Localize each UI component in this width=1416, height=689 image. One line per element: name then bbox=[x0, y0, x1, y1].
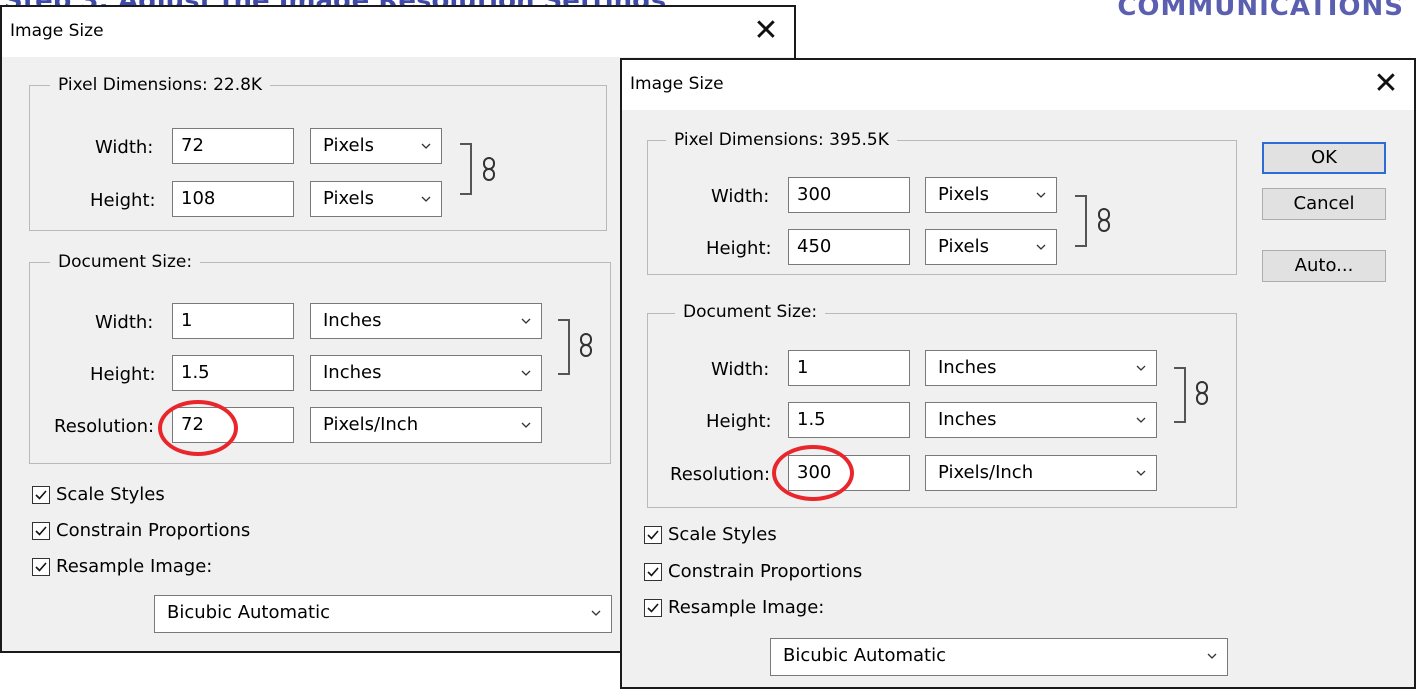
checkmark-icon bbox=[644, 526, 662, 544]
pixel-height-label: Height: bbox=[706, 238, 772, 259]
document-link-bracket bbox=[558, 319, 570, 375]
chain-link-icon[interactable] bbox=[481, 157, 497, 181]
checkmark-icon bbox=[644, 599, 662, 617]
doc-height-input[interactable]: 1.5 bbox=[788, 402, 910, 438]
doc-width-unit-select[interactable]: Inches bbox=[925, 350, 1157, 386]
pixel-width-unit-select[interactable]: Pixels bbox=[310, 128, 442, 164]
pixel-width-label: Width: bbox=[711, 186, 770, 207]
pixel-width-label: Width: bbox=[95, 137, 154, 158]
resolution-label: Resolution: bbox=[670, 464, 771, 485]
chevron-down-icon bbox=[591, 610, 601, 616]
close-icon[interactable]: ✕ bbox=[1368, 66, 1404, 102]
resolution-unit-value: Pixels/Inch bbox=[323, 414, 419, 435]
resample-image-label: Resample Image: bbox=[56, 556, 213, 577]
doc-width-label: Width: bbox=[711, 359, 770, 380]
ok-button[interactable]: OK bbox=[1262, 142, 1386, 174]
doc-width-unit-select[interactable]: Inches bbox=[310, 303, 542, 339]
pixel-width-unit-value: Pixels bbox=[323, 135, 375, 156]
pixel-link-bracket bbox=[460, 143, 472, 195]
checkmark-icon bbox=[32, 558, 50, 576]
pixel-dimensions-label: Pixel Dimensions: 395.5K bbox=[666, 130, 897, 150]
checkmark-icon bbox=[32, 486, 50, 504]
resample-image-label: Resample Image: bbox=[668, 597, 825, 618]
scale-styles-label: Scale Styles bbox=[668, 524, 777, 545]
checkmark-icon bbox=[644, 563, 662, 581]
resolution-label: Resolution: bbox=[54, 416, 155, 437]
title-bar: Image Size ✕ bbox=[622, 60, 1414, 110]
resample-method-select[interactable]: Bicubic Automatic bbox=[154, 595, 612, 633]
doc-width-input[interactable]: 1 bbox=[172, 303, 294, 339]
document-size-label: Document Size: bbox=[675, 302, 826, 322]
document-size-label: Document Size: bbox=[50, 252, 201, 272]
pixel-width-input[interactable]: 300 bbox=[788, 177, 910, 213]
brand-logo-text: COMMUNICATIONS bbox=[1117, 0, 1404, 22]
doc-height-label: Height: bbox=[90, 364, 156, 385]
doc-height-input[interactable]: 1.5 bbox=[172, 355, 294, 391]
pixel-width-unit-select[interactable]: Pixels bbox=[925, 177, 1057, 213]
chevron-down-icon bbox=[1207, 653, 1217, 659]
pixel-link-bracket bbox=[1075, 195, 1087, 247]
chevron-down-icon bbox=[1036, 192, 1046, 198]
pixel-width-input[interactable]: 72 bbox=[172, 128, 294, 164]
doc-height-unit-value: Inches bbox=[323, 362, 382, 383]
chevron-down-icon bbox=[1136, 365, 1146, 371]
doc-height-unit-value: Inches bbox=[938, 409, 997, 430]
constrain-proportions-label: Constrain Proportions bbox=[56, 520, 251, 541]
dialog-title: Image Size bbox=[10, 21, 104, 41]
image-size-dialog-after: Image Size ✕ Pixel Dimensions: 395.5K Wi… bbox=[620, 58, 1416, 689]
resample-method-select[interactable]: Bicubic Automatic bbox=[770, 638, 1228, 676]
resolution-unit-select[interactable]: Pixels/Inch bbox=[310, 407, 542, 443]
chevron-down-icon bbox=[1136, 417, 1146, 423]
resolution-highlight-circle bbox=[772, 445, 854, 501]
pixel-height-input[interactable]: 450 bbox=[788, 229, 910, 265]
chevron-down-icon bbox=[521, 318, 531, 324]
doc-width-label: Width: bbox=[95, 312, 154, 333]
pixel-height-unit-value: Pixels bbox=[323, 188, 375, 209]
doc-height-label: Height: bbox=[706, 411, 772, 432]
resolution-unit-value: Pixels/Inch bbox=[938, 462, 1034, 483]
chain-link-icon[interactable] bbox=[1096, 208, 1112, 232]
chevron-down-icon bbox=[421, 196, 431, 202]
doc-height-unit-select[interactable]: Inches bbox=[310, 355, 542, 391]
doc-height-unit-select[interactable]: Inches bbox=[925, 402, 1157, 438]
doc-width-unit-value: Inches bbox=[938, 357, 997, 378]
chevron-down-icon bbox=[421, 143, 431, 149]
pixel-height-unit-select[interactable]: Pixels bbox=[310, 181, 442, 217]
dialog-title: Image Size bbox=[630, 74, 724, 94]
chain-link-icon[interactable] bbox=[1194, 381, 1210, 405]
pixel-width-unit-value: Pixels bbox=[938, 184, 990, 205]
auto-button[interactable]: Auto... bbox=[1262, 250, 1386, 282]
resolution-unit-select[interactable]: Pixels/Inch bbox=[925, 455, 1157, 491]
doc-width-input[interactable]: 1 bbox=[788, 350, 910, 386]
doc-width-unit-value: Inches bbox=[323, 310, 382, 331]
pixel-height-input[interactable]: 108 bbox=[172, 181, 294, 217]
checkmark-icon bbox=[32, 522, 50, 540]
chevron-down-icon bbox=[521, 370, 531, 376]
close-icon[interactable]: ✕ bbox=[748, 13, 784, 49]
chevron-down-icon bbox=[521, 422, 531, 428]
pixel-height-unit-select[interactable]: Pixels bbox=[925, 229, 1057, 265]
pixel-height-unit-value: Pixels bbox=[938, 236, 990, 257]
chevron-down-icon bbox=[1136, 470, 1146, 476]
scale-styles-label: Scale Styles bbox=[56, 484, 165, 505]
cancel-button[interactable]: Cancel bbox=[1262, 188, 1386, 220]
document-link-bracket bbox=[1174, 367, 1186, 423]
chevron-down-icon bbox=[1036, 244, 1046, 250]
pixel-dimensions-label: Pixel Dimensions: 22.8K bbox=[50, 75, 271, 95]
pixel-dimensions-size: 22.8K bbox=[213, 75, 263, 95]
pixel-height-label: Height: bbox=[90, 190, 156, 211]
constrain-proportions-label: Constrain Proportions bbox=[668, 561, 863, 582]
resample-method-value: Bicubic Automatic bbox=[167, 602, 331, 623]
chain-link-icon[interactable] bbox=[578, 333, 594, 357]
resample-method-value: Bicubic Automatic bbox=[783, 645, 947, 666]
resolution-highlight-circle bbox=[158, 400, 238, 456]
pixel-dimensions-size: 395.5K bbox=[829, 130, 889, 150]
title-bar: Image Size ✕ bbox=[2, 7, 794, 57]
